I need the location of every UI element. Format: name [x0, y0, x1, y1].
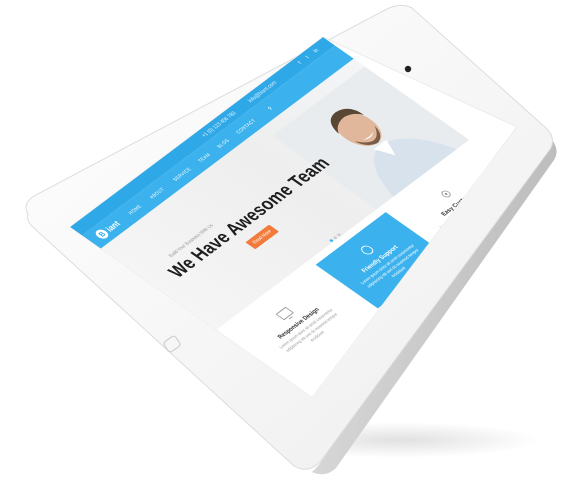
- slider-dot[interactable]: [328, 238, 334, 243]
- slider-dot[interactable]: [336, 233, 342, 237]
- nav-item-about[interactable]: ABOUT: [148, 187, 166, 200]
- nav-item-team[interactable]: TEAM: [197, 152, 212, 163]
- social-twitter-icon[interactable]: t: [304, 55, 311, 60]
- social-linkedin-icon[interactable]: in: [311, 47, 319, 53]
- nav-item-home[interactable]: HOME: [127, 204, 143, 216]
- camera-icon: [404, 65, 412, 73]
- slider-dot[interactable]: [332, 235, 338, 240]
- nav-item-service[interactable]: SERVICE: [171, 167, 192, 183]
- nav-item-blog[interactable]: BLOG: [216, 138, 231, 149]
- feature-card: Responsive Design Lorem ipsum dolor sit …: [248, 286, 353, 362]
- social-facebook-icon[interactable]: f: [296, 60, 303, 65]
- search-icon[interactable]: ⚲: [266, 106, 274, 111]
- slider-dots[interactable]: [325, 225, 345, 243]
